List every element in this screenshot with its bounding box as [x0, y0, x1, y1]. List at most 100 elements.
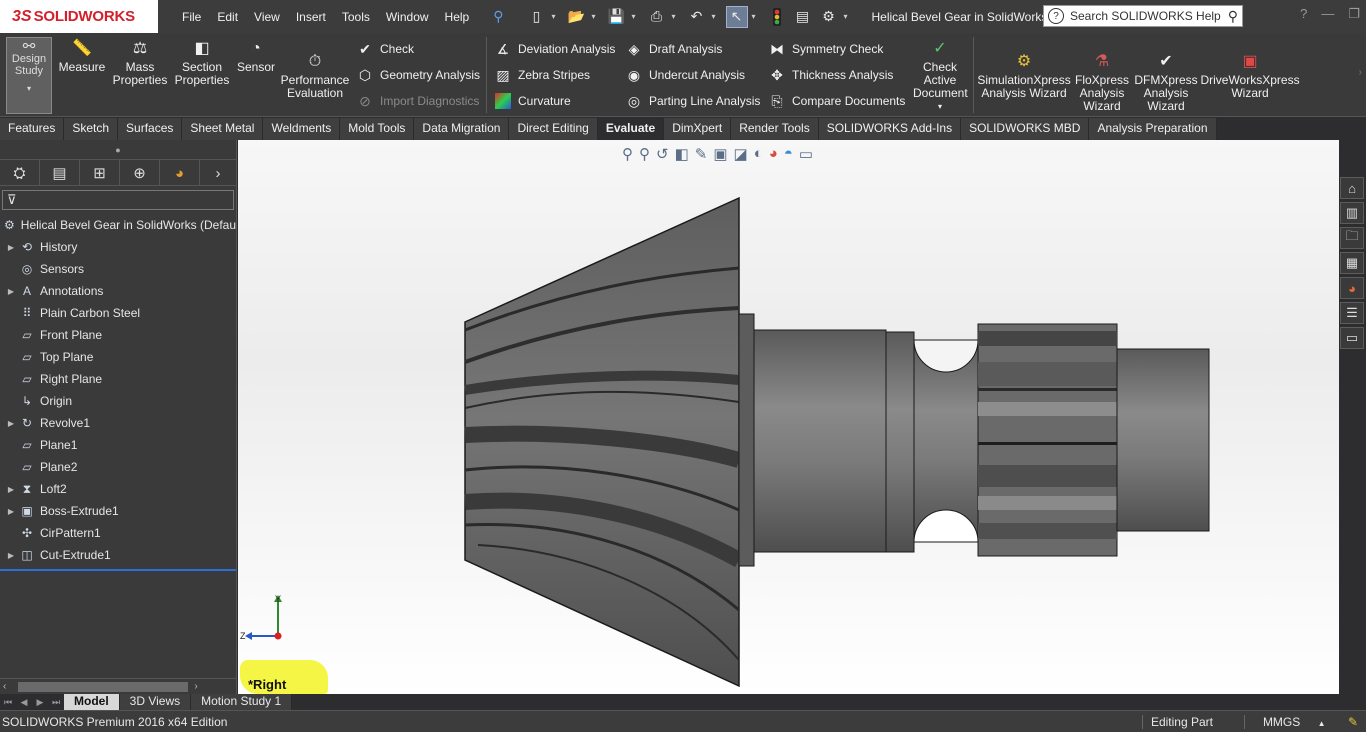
expand-arrow-icon[interactable]: ▶	[4, 287, 18, 296]
floxpress-button[interactable]: ⚗ FloXpress Analysis Wizard	[1074, 50, 1130, 113]
featuremanager-tree-icon[interactable]: ⛭	[0, 160, 40, 186]
dfmxpress-button[interactable]: ✔ DFMXpress Analysis Wizard	[1134, 50, 1198, 113]
search-icon[interactable]: ⚲	[1228, 8, 1238, 25]
file-explorer-icon[interactable]: 🗀	[1340, 227, 1364, 249]
symmetry-check-button[interactable]: ⧓ Symmetry Check	[767, 38, 883, 60]
appearances-scenes-icon[interactable]: ◕	[1340, 277, 1364, 299]
tab-render-tools[interactable]: Render Tools	[731, 118, 819, 140]
tab-3d-views[interactable]: 3D Views	[119, 694, 192, 710]
rollback-bar[interactable]	[0, 569, 236, 571]
tree-item-cirpattern1[interactable]: ✣ CirPattern1	[0, 522, 236, 544]
expand-arrow-icon[interactable]: ▶	[4, 507, 18, 516]
configurationmanager-icon[interactable]: ⊞	[80, 160, 120, 186]
minimize-icon[interactable]: —	[1321, 6, 1334, 22]
design-study-dropdown-icon[interactable]: ▾	[27, 83, 31, 95]
new-dropdown-icon[interactable]: ▾	[552, 12, 562, 21]
displaymanager-icon[interactable]: ◕	[160, 160, 200, 186]
panel-resize-handle[interactable]: ●	[0, 140, 236, 160]
expand-arrow-icon[interactable]: ▶	[4, 551, 18, 560]
tab-sketch[interactable]: Sketch	[64, 118, 119, 140]
tree-item-cut-extrude1[interactable]: ▶ ◫ Cut-Extrude1	[0, 544, 236, 566]
solidworks-forum-icon[interactable]: ▭	[1340, 327, 1364, 349]
propertymanager-icon[interactable]: ▤	[40, 160, 80, 186]
menu-insert[interactable]: Insert	[296, 10, 326, 24]
help-search-box[interactable]: ? Search SOLIDWORKS Help ⚲	[1043, 5, 1243, 27]
tab-model[interactable]: Model	[64, 694, 120, 710]
tab-scroll-last-icon[interactable]: ⏭	[48, 697, 64, 708]
tree-item-sensors[interactable]: ◎ Sensors	[0, 258, 236, 280]
menu-view[interactable]: View	[254, 10, 280, 24]
tab-direct-editing[interactable]: Direct Editing	[509, 118, 598, 140]
reference-triad[interactable]: Y Z	[240, 594, 290, 646]
tab-sheet-metal[interactable]: Sheet Metal	[182, 118, 264, 140]
view-palette-icon[interactable]: ▦	[1340, 252, 1364, 274]
help-icon[interactable]: ?	[1300, 6, 1307, 22]
scroll-thumb[interactable]	[18, 681, 189, 692]
tree-item-front-plane[interactable]: ▱ Front Plane	[0, 324, 236, 346]
tab-evaluate[interactable]: Evaluate	[597, 118, 665, 140]
tree-filter-input[interactable]: ⊽	[2, 190, 234, 210]
tab-solidworks-mbd[interactable]: SOLIDWORKS MBD	[961, 118, 1090, 140]
options-gear-icon[interactable]: ⚙	[818, 6, 840, 28]
file-properties-icon[interactable]: ▤	[792, 6, 814, 28]
undercut-analysis-button[interactable]: ◉ Undercut Analysis	[624, 64, 745, 86]
expand-arrow-icon[interactable]: ▶	[4, 419, 18, 428]
tab-dimxpert[interactable]: DimXpert	[664, 118, 732, 140]
tab-mold-tools[interactable]: Mold Tools	[340, 118, 415, 140]
print-icon[interactable]: ⎙	[646, 6, 668, 28]
open-icon[interactable]: 📂	[566, 6, 588, 28]
menu-window[interactable]: Window	[386, 10, 429, 24]
parting-line-analysis-button[interactable]: ◎ Parting Line Analysis	[624, 90, 761, 112]
scroll-left-icon[interactable]: ‹	[3, 681, 6, 692]
performance-evaluation-button[interactable]: ⏱ Performance Evaluation	[281, 50, 350, 100]
driveworksxpress-button[interactable]: ▣ DriveWorksXpress Wizard	[1200, 50, 1299, 100]
save-icon[interactable]: 💾	[606, 6, 628, 28]
print-dropdown-icon[interactable]: ▾	[672, 12, 682, 21]
zebra-stripes-button[interactable]: ▨ Zebra Stripes	[493, 64, 590, 86]
menu-tools[interactable]: Tools	[342, 10, 370, 24]
tab-weldments[interactable]: Weldments	[263, 118, 341, 140]
new-document-icon[interactable]: ▯	[526, 6, 548, 28]
design-library-icon[interactable]: ▥	[1340, 202, 1364, 224]
tree-item-plain-carbon-steel[interactable]: ⠿ Plain Carbon Steel	[0, 302, 236, 324]
rebuild-traffic-light-icon[interactable]	[766, 6, 788, 28]
expand-arrow-icon[interactable]: ▶	[4, 243, 18, 252]
tree-item-plane2[interactable]: ▱ Plane2	[0, 456, 236, 478]
draft-analysis-button[interactable]: ◈ Draft Analysis	[624, 38, 723, 60]
tree-item-annotations[interactable]: ▶ A Annotations	[0, 280, 236, 302]
design-study-button[interactable]: ⚯ Design Study ▾	[6, 37, 52, 114]
tree-item-right-plane[interactable]: ▱ Right Plane	[0, 368, 236, 390]
select-arrow-icon[interactable]: ↖	[725, 5, 748, 28]
measure-button[interactable]: 📏 Measure	[58, 37, 106, 74]
thickness-analysis-button[interactable]: ✥ Thickness Analysis	[767, 64, 893, 86]
tab-data-migration[interactable]: Data Migration	[414, 118, 510, 140]
options-dropdown-icon[interactable]: ▾	[844, 12, 854, 21]
tab-motion-study-1[interactable]: Motion Study 1	[191, 694, 293, 710]
tree-item-origin[interactable]: ↳ Origin	[0, 390, 236, 412]
tree-item-revolve1[interactable]: ▶ ↻ Revolve1	[0, 412, 236, 434]
simulationxpress-button[interactable]: ⚙ SimulationXpress Analysis Wizard	[977, 50, 1070, 100]
custom-properties-icon[interactable]: ☰	[1340, 302, 1364, 324]
gear-model[interactable]	[238, 140, 1339, 694]
tree-item-history[interactable]: ▶ ⟲ History	[0, 236, 236, 258]
scroll-right-icon[interactable]: ›	[194, 681, 197, 692]
geometry-analysis-button[interactable]: ⬡ Geometry Analysis	[355, 64, 480, 86]
deviation-analysis-button[interactable]: ∡ Deviation Analysis	[493, 38, 616, 60]
tab-features[interactable]: Features	[0, 118, 65, 140]
unit-system-selector[interactable]: MMGS ▲	[1243, 715, 1340, 729]
section-properties-button[interactable]: ◧ Section Properties	[174, 37, 230, 87]
open-dropdown-icon[interactable]: ▾	[592, 12, 602, 21]
mass-properties-button[interactable]: ⚖ Mass Properties	[112, 37, 168, 87]
sensor-button[interactable]: ◔ Sensor	[234, 37, 278, 74]
tab-scroll-prev-icon[interactable]: ◀	[16, 697, 32, 708]
curvature-button[interactable]: Curvature	[493, 90, 571, 112]
pin-menu-icon[interactable]: ⚲	[493, 8, 503, 25]
menu-edit[interactable]: Edit	[217, 10, 238, 24]
expand-tabs-icon[interactable]: ›	[200, 160, 236, 186]
select-dropdown-icon[interactable]: ▾	[752, 12, 762, 21]
undo-icon[interactable]: ↶	[686, 6, 708, 28]
undo-dropdown-icon[interactable]: ▾	[712, 12, 722, 21]
tree-item-plane1[interactable]: ▱ Plane1	[0, 434, 236, 456]
tree-item-loft2[interactable]: ▶ ⧗ Loft2	[0, 478, 236, 500]
restore-icon[interactable]: ❐	[1348, 6, 1360, 22]
